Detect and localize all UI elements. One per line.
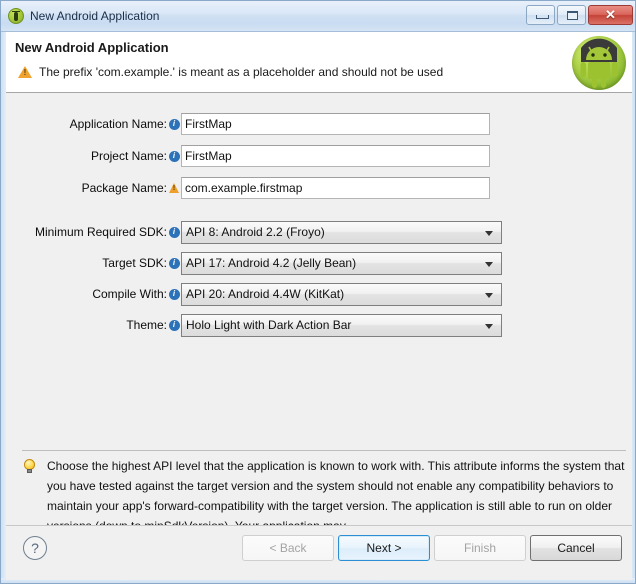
label-minimum-required-sdk: Minimum Required SDK: <box>34 225 167 239</box>
cancel-button[interactable]: Cancel <box>530 535 622 561</box>
lightbulb-icon <box>24 459 35 473</box>
target-sdk-value: API 17: Android 4.2 (Jelly Bean) <box>186 256 357 270</box>
label-project-name: Project Name: <box>90 149 167 163</box>
label-package-name: Package Name: <box>81 181 167 195</box>
warning-icon[interactable] <box>167 183 181 193</box>
theme-select[interactable]: Holo Light with Dark Action Bar <box>181 313 502 337</box>
info-icon[interactable] <box>167 319 181 331</box>
field-row-theme: Theme: Holo Light with Dark Action Bar <box>6 312 502 338</box>
compile-with-value: API 20: Android 4.4W (KitKat) <box>186 287 345 301</box>
label-theme: Theme: <box>126 318 167 332</box>
info-icon[interactable] <box>167 118 181 130</box>
info-icon[interactable] <box>167 257 181 269</box>
application-name-input[interactable] <box>181 113 490 135</box>
info-icon[interactable] <box>167 288 181 300</box>
chevron-down-icon <box>485 292 493 298</box>
help-separator <box>22 450 626 451</box>
field-row-compile-with: Compile With: API 20: Android 4.4W (KitK… <box>6 281 502 307</box>
minimum-required-sdk-value: API 8: Android 2.2 (Froyo) <box>186 225 325 239</box>
header-message-row: The prefix 'com.example.' is meant as a … <box>18 65 443 79</box>
field-row-application-name: Application Name: <box>6 111 490 137</box>
maximize-icon <box>567 11 578 20</box>
target-sdk-select[interactable]: API 17: Android 4.2 (Jelly Bean) <box>181 251 502 275</box>
window-title: New Android Application <box>30 9 160 23</box>
dialog-footer: ? < Back Next > Finish Cancel <box>6 526 632 580</box>
label-compile-with: Compile With: <box>92 287 167 301</box>
new-android-application-dialog: New Android Application ✕ New Android Ap… <box>0 0 636 584</box>
field-row-target-sdk: Target SDK: API 17: Android 4.2 (Jelly B… <box>6 250 502 276</box>
android-robot-icon <box>580 38 618 88</box>
chevron-down-icon <box>485 230 493 236</box>
compile-with-select[interactable]: API 20: Android 4.4W (KitKat) <box>181 282 502 306</box>
header-message: The prefix 'com.example.' is meant as a … <box>39 65 444 79</box>
minimum-required-sdk-select[interactable]: API 8: Android 2.2 (Froyo) <box>181 220 502 244</box>
field-row-package-name: Package Name: <box>6 175 490 201</box>
wizard-header: New Android Application The prefix 'com.… <box>6 32 632 92</box>
page-title: New Android Application <box>15 40 169 55</box>
help-button[interactable]: ? <box>23 536 47 560</box>
minimize-button[interactable] <box>526 5 555 25</box>
android-robot-logo <box>572 36 626 90</box>
button-bar: < Back Next > Finish Cancel <box>242 535 622 561</box>
theme-value: Holo Light with Dark Action Bar <box>186 318 352 332</box>
chevron-down-icon <box>485 323 493 329</box>
maximize-button[interactable] <box>557 5 586 25</box>
minimize-icon <box>536 15 549 19</box>
help-panel: Choose the highest API level that the ap… <box>22 456 628 536</box>
field-row-minimum-required-sdk: Minimum Required SDK: API 8: Android 2.2… <box>6 219 502 245</box>
chevron-down-icon <box>485 261 493 267</box>
project-name-input[interactable] <box>181 145 490 167</box>
package-name-input[interactable] <box>181 177 490 199</box>
window-controls: ✕ <box>526 5 633 25</box>
warning-icon <box>18 66 32 78</box>
close-icon: ✕ <box>605 7 616 22</box>
finish-button[interactable]: Finish <box>434 535 526 561</box>
android-circle-icon <box>8 8 24 24</box>
label-target-sdk: Target SDK: <box>102 256 167 270</box>
label-application-name: Application Name: <box>69 117 167 131</box>
title-bar: New Android Application ✕ <box>1 1 635 32</box>
back-button[interactable]: < Back <box>242 535 334 561</box>
next-button[interactable]: Next > <box>338 535 430 561</box>
wizard-body: Application Name: Project Name: Package … <box>6 93 632 533</box>
info-icon[interactable] <box>167 226 181 238</box>
field-row-project-name: Project Name: <box>6 143 490 169</box>
info-icon[interactable] <box>167 150 181 162</box>
help-text: Choose the highest API level that the ap… <box>47 459 625 533</box>
close-button[interactable]: ✕ <box>588 5 633 25</box>
